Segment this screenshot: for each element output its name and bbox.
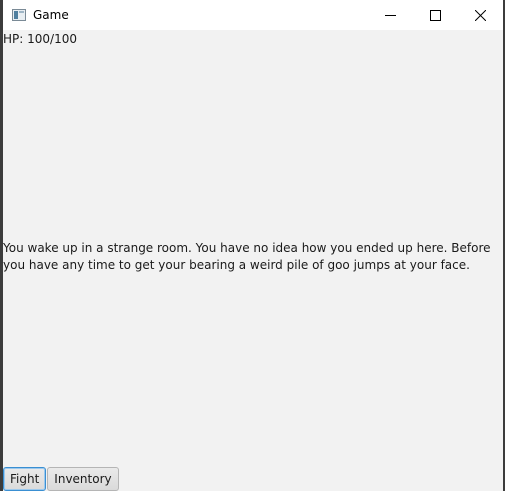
hp-label: HP: 100/100: [3, 32, 77, 46]
window-title: Game: [33, 8, 69, 22]
inventory-button[interactable]: Inventory: [47, 467, 119, 491]
close-button[interactable]: [458, 0, 503, 30]
action-bar: Fight Inventory: [3, 467, 120, 491]
close-icon: [474, 6, 487, 25]
story-text: You wake up in a strange room. You have …: [3, 241, 491, 272]
maximize-button[interactable]: [413, 0, 458, 30]
fight-button[interactable]: Fight: [3, 467, 47, 491]
minimize-button[interactable]: [368, 0, 413, 30]
window-controls: [368, 0, 503, 30]
maximize-icon: [430, 6, 441, 25]
title-bar[interactable]: Game: [3, 0, 503, 30]
game-content: HP: 100/100 You wake up in a strange roo…: [3, 30, 503, 491]
minimize-icon: [385, 6, 396, 25]
app-icon: [11, 7, 27, 23]
game-window: Game HP: 100/100 You wake up in a strang…: [0, 0, 505, 491]
